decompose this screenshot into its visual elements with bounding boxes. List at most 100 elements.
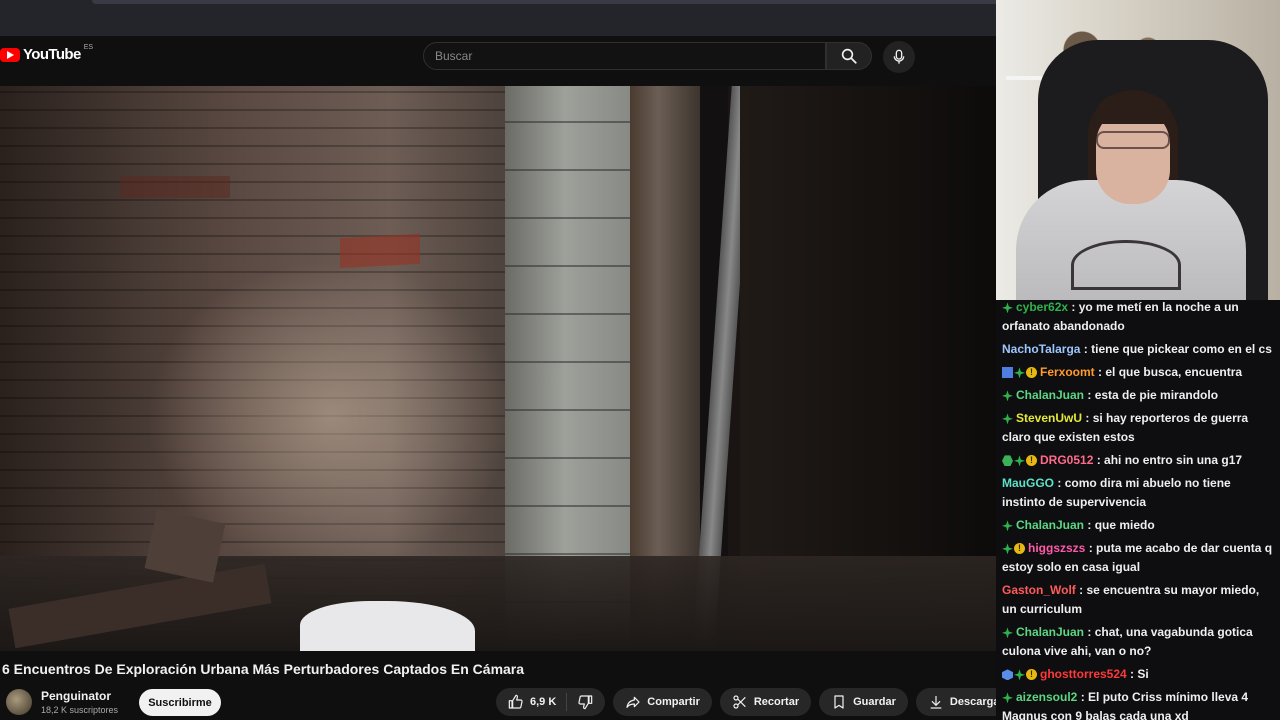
gem-badge-icon bbox=[1002, 692, 1013, 704]
gem-badge-icon bbox=[1002, 543, 1013, 555]
share-icon bbox=[626, 696, 640, 708]
chat-message: ChalanJuan : que miedo bbox=[996, 514, 1280, 537]
chat-badges bbox=[1002, 627, 1013, 639]
gem-badge-icon bbox=[1002, 413, 1013, 425]
download-icon bbox=[930, 696, 942, 709]
save-label: Guardar bbox=[853, 696, 896, 708]
video-frame-detail bbox=[340, 233, 420, 269]
chat-message: aizensoul2 : El puto Criss mínimo lleva … bbox=[996, 686, 1280, 720]
chat-separator: : bbox=[1084, 388, 1095, 402]
chat-message: ghosttorres524 : Si bbox=[996, 663, 1280, 686]
video-player[interactable] bbox=[0, 86, 996, 651]
chat-text: el que busca, encuentra bbox=[1105, 365, 1243, 379]
chat-username[interactable]: cyber62x bbox=[1016, 300, 1068, 314]
like-button[interactable]: 6,9 K bbox=[496, 693, 568, 711]
chat-text: esta de pie mirandolo bbox=[1094, 388, 1219, 402]
search-icon bbox=[841, 48, 857, 64]
chat-username[interactable]: ChalanJuan bbox=[1016, 518, 1084, 532]
search-box bbox=[423, 42, 826, 70]
like-dislike-group: 6,9 K bbox=[496, 688, 606, 716]
sq-badge-icon bbox=[1002, 367, 1013, 379]
streamer-webcam bbox=[996, 0, 1280, 300]
chat-badges bbox=[1002, 520, 1013, 532]
thumbs-down-icon bbox=[578, 695, 593, 710]
coin-badge-icon bbox=[1026, 451, 1037, 470]
gem-badge-icon bbox=[1002, 390, 1013, 402]
clip-label: Recortar bbox=[753, 696, 800, 708]
chat-separator: : bbox=[1075, 583, 1087, 597]
subscribe-button[interactable]: Suscribirme bbox=[139, 689, 221, 716]
chat-badges bbox=[1002, 363, 1037, 382]
chat-username[interactable]: higgszszs bbox=[1028, 541, 1085, 555]
chat-badges bbox=[1002, 665, 1037, 684]
search-input[interactable] bbox=[424, 43, 825, 69]
chat-username[interactable]: ghosttorres524 bbox=[1040, 667, 1127, 681]
stream-chat: cyber62x : yo me metí en la noche a un o… bbox=[996, 300, 1280, 720]
voice-search-button[interactable] bbox=[883, 41, 915, 73]
channel-name[interactable]: Penguinator bbox=[41, 689, 111, 703]
chat-separator: : bbox=[1094, 365, 1106, 379]
chat-separator: : bbox=[1080, 342, 1092, 356]
share-label: Compartir bbox=[647, 696, 700, 708]
chat-message: StevenUwU : si hay reporteros de guerra … bbox=[996, 407, 1280, 449]
gem-badge-icon bbox=[1002, 520, 1013, 532]
youtube-header: YouTube ES bbox=[0, 36, 996, 86]
chat-username[interactable]: NachoTalarga bbox=[1002, 342, 1080, 356]
scissors-icon bbox=[733, 695, 746, 709]
gem-badge-icon bbox=[1002, 627, 1013, 639]
chat-message: Ferxoomt : el que busca, encuentra bbox=[996, 361, 1280, 384]
webcam-hoodie-print bbox=[1071, 240, 1181, 290]
chat-message: ChalanJuan : chat, una vagabunda gotica … bbox=[996, 621, 1280, 663]
chat-username[interactable]: StevenUwU bbox=[1016, 411, 1082, 425]
clip-button[interactable]: Recortar bbox=[719, 688, 812, 716]
chat-message: Gaston_Wolf : se encuentra su mayor mied… bbox=[996, 579, 1280, 621]
chat-username[interactable]: Ferxoomt bbox=[1040, 365, 1095, 379]
chat-badges bbox=[1002, 451, 1037, 470]
chat-username[interactable]: ChalanJuan bbox=[1016, 625, 1084, 639]
subscriber-count: 18,2 K suscriptores bbox=[41, 705, 119, 715]
dislike-button[interactable] bbox=[567, 694, 605, 710]
bookmark-icon bbox=[834, 695, 844, 709]
coin-badge-icon bbox=[1026, 363, 1037, 382]
search-button[interactable] bbox=[826, 42, 872, 70]
chat-message: MauGGO : como dira mi abuelo no tiene in… bbox=[996, 472, 1280, 514]
share-button[interactable]: Compartir bbox=[613, 688, 712, 716]
thumbs-up-icon bbox=[508, 694, 523, 709]
channel-avatar[interactable] bbox=[6, 689, 32, 715]
chat-badges bbox=[1002, 390, 1013, 402]
cube-badge-icon bbox=[1002, 669, 1013, 681]
chat-badges bbox=[1002, 413, 1013, 425]
microphone-icon bbox=[893, 49, 905, 64]
gem-badge-icon bbox=[1014, 367, 1025, 379]
video-actions: 6,9 K Compartir Recortar Guardar Descarg… bbox=[496, 688, 1052, 716]
save-button[interactable]: Guardar bbox=[819, 688, 908, 716]
chat-username[interactable]: DRG0512 bbox=[1040, 453, 1093, 467]
chat-separator: : bbox=[1068, 300, 1079, 314]
chat-badges bbox=[1002, 302, 1013, 314]
video-frame-detail bbox=[120, 176, 230, 198]
chat-username[interactable]: MauGGO bbox=[1002, 476, 1054, 490]
chat-username[interactable]: aizensoul2 bbox=[1016, 690, 1077, 704]
chat-text: tiene que pickear como en el cs bbox=[1091, 342, 1272, 356]
gem-badge-icon bbox=[1014, 455, 1025, 467]
chat-badges bbox=[1002, 539, 1025, 558]
youtube-logo[interactable]: YouTube ES bbox=[0, 44, 94, 63]
like-count: 6,9 K bbox=[530, 696, 557, 708]
browser-tab-bar bbox=[92, 0, 996, 4]
youtube-play-icon bbox=[0, 47, 20, 62]
country-code: ES bbox=[83, 44, 94, 51]
chat-message: higgszszs : puta me acabo de dar cuenta … bbox=[996, 537, 1280, 579]
chat-message: cyber62x : yo me metí en la noche a un o… bbox=[996, 300, 1280, 338]
webcam-person-bangs bbox=[1094, 94, 1172, 124]
video-title: 6 Encuentros De Exploración Urbana Más P… bbox=[2, 661, 525, 677]
chat-separator: : bbox=[1054, 476, 1065, 490]
chat-message: DRG0512 : ahi no entro sin una g17 bbox=[996, 449, 1280, 472]
chat-separator: : bbox=[1126, 667, 1138, 681]
chat-username[interactable]: ChalanJuan bbox=[1016, 388, 1084, 402]
browser-top-strip bbox=[0, 0, 996, 36]
screen: YouTube ES 6 Encuentros De Exploración U… bbox=[0, 0, 1280, 720]
chat-username[interactable]: Gaston_Wolf bbox=[1002, 583, 1076, 597]
youtube-logo-text: YouTube bbox=[23, 46, 81, 63]
chat-separator: : bbox=[1084, 625, 1095, 639]
coin-badge-icon bbox=[1026, 665, 1037, 684]
